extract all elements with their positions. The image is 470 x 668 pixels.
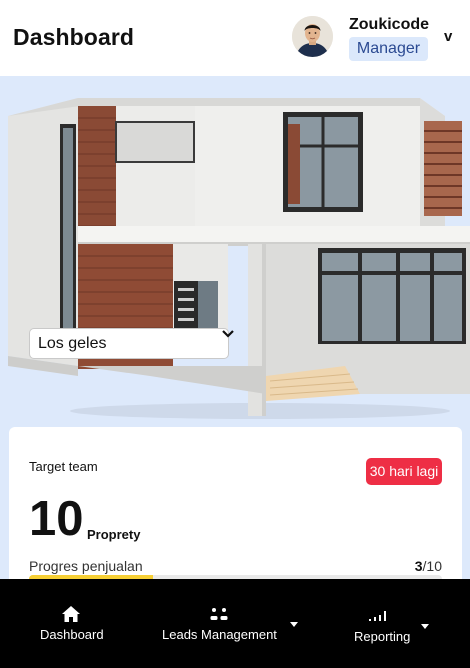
home-icon [62, 606, 80, 622]
progress-current: 3 [414, 558, 423, 574]
house-illustration [8, 98, 470, 419]
nav-item-leads-management[interactable]: Leads Management [158, 579, 303, 668]
target-team-label: Target team [29, 459, 98, 474]
nav-label-dashboard: Dashboard [40, 627, 104, 642]
top-header: Dashboard Zoukicode Manager v [0, 0, 470, 76]
avatar[interactable] [292, 16, 333, 57]
hero-banner: Los geles [0, 76, 470, 427]
avatar-image [292, 16, 333, 57]
page-title: Dashboard [13, 24, 135, 50]
chevron-down-icon [421, 624, 429, 629]
signal-bars-icon [369, 611, 386, 621]
target-unit: Proprety [87, 527, 141, 542]
nav-item-dashboard[interactable]: Dashboard [30, 579, 118, 668]
progress-label: Progres penjualan [29, 558, 143, 574]
users-icon [210, 608, 228, 620]
nav-label-leads-management: Leads Management [162, 627, 277, 642]
location-select-value: Los geles [38, 335, 107, 352]
progress-count: 3/10 [415, 558, 442, 574]
progress-total: /10 [422, 558, 442, 574]
target-count: 10 [29, 492, 84, 546]
nav-item-reporting[interactable]: Reporting [348, 579, 438, 668]
chevron-down-icon [290, 622, 298, 627]
chevron-down-icon[interactable]: v [444, 28, 452, 45]
role-badge: Manager [349, 37, 428, 61]
user-name: Zoukicode [349, 16, 430, 33]
nav-label-reporting: Reporting [354, 629, 411, 644]
deadline-badge: 30 hari lagi [366, 458, 442, 485]
location-select[interactable]: Los geles [29, 328, 234, 359]
bottom-navigation: Dashboard Leads Management Reporting [0, 579, 470, 668]
